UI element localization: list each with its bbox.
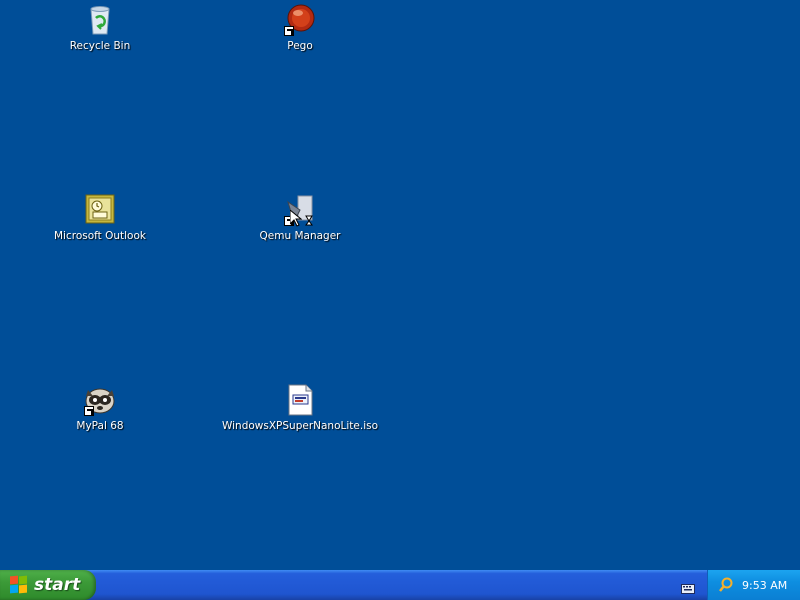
start-label: start [34,575,81,595]
pego-icon [284,4,316,36]
mouse-cursor-icon [289,208,303,232]
clock[interactable]: 9:53 AM [742,579,787,592]
desktop-icon-iso-file[interactable]: WindowsXPSuperNanoLite.iso [220,384,380,444]
iso-file-icon [284,384,316,416]
mypal-icon [84,384,116,416]
icon-label: Pego [287,40,313,52]
windows-logo-icon [10,575,28,594]
system-tray: 9:53 AM [707,570,800,600]
start-button[interactable]: start [0,570,96,600]
icon-label: Recycle Bin [69,40,131,52]
taskbar: start 9:53 AM [0,570,800,600]
shortcut-arrow-icon [84,406,94,416]
desktop-icon-mypal-68[interactable]: MyPal 68 [20,384,180,444]
search-icon[interactable] [718,577,734,593]
icon-label: MyPal 68 [76,420,124,432]
shortcut-arrow-icon [284,26,294,36]
desktop-icon-recycle-bin[interactable]: Recycle Bin [20,4,180,64]
keyboard-icon[interactable] [681,579,695,594]
desktop-icon-pego[interactable]: Pego [220,4,380,64]
recycle-bin-icon [84,4,116,36]
icon-label: Microsoft Outlook [53,230,146,242]
desktop: Recycle Bin Pego Microsoft Outlook Qemu … [0,0,800,570]
desktop-icon-microsoft-outlook[interactable]: Microsoft Outlook [20,194,180,254]
outlook-icon [84,194,116,226]
icon-label: WindowsXPSuperNanoLite.iso [221,420,379,432]
